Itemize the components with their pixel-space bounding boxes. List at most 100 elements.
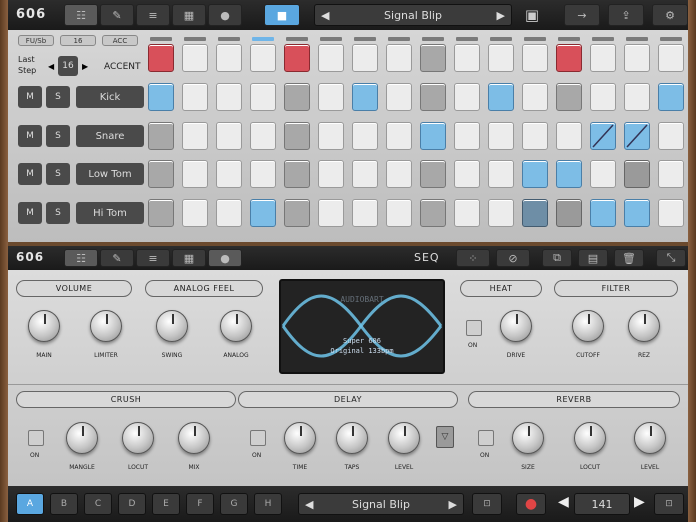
bomb-button[interactable]: ● (208, 4, 242, 26)
reverb-size-knob[interactable] (512, 422, 544, 454)
step-pad[interactable] (318, 122, 344, 150)
step-pad[interactable] (250, 83, 276, 111)
crush-on-toggle[interactable] (28, 430, 44, 446)
pattern-button-h[interactable]: H (254, 493, 282, 515)
step-pad[interactable] (556, 83, 582, 111)
pattern-button-d[interactable]: D (118, 493, 146, 515)
record-button[interactable]: ● (516, 493, 546, 515)
accent-step-pad[interactable] (352, 44, 378, 72)
mixer-button-2[interactable]: ≡ (136, 249, 170, 267)
settings-button[interactable]: ⚙ (652, 4, 688, 26)
accent-step-pad[interactable] (522, 44, 548, 72)
prev-pattern-arrow-bottom[interactable]: ◀ (305, 498, 313, 511)
step-pad[interactable] (658, 199, 684, 227)
step-pad[interactable] (624, 160, 650, 188)
step-pad[interactable] (522, 160, 548, 188)
reverb-on-toggle[interactable] (478, 430, 494, 446)
accent-step-pad[interactable] (624, 44, 650, 72)
lock-tempo-button[interactable]: ⊡ (654, 493, 684, 515)
step-pad[interactable] (624, 122, 650, 150)
crush-mix-knob[interactable] (178, 422, 210, 454)
tempo-display[interactable]: 141 (574, 493, 630, 515)
step-pad[interactable] (454, 122, 480, 150)
save-button[interactable]: ▣ (520, 4, 544, 26)
step-pad[interactable] (624, 83, 650, 111)
step-pad[interactable] (556, 160, 582, 188)
step-pad[interactable] (454, 199, 480, 227)
pattern-button-a[interactable]: A (16, 493, 44, 515)
step-pad[interactable] (284, 83, 310, 111)
solo-button[interactable]: S (46, 202, 70, 224)
reverb-locut-knob[interactable] (574, 422, 606, 454)
step-pad[interactable] (148, 122, 174, 150)
accent-step-pad[interactable] (488, 44, 514, 72)
mangle-knob[interactable] (66, 422, 98, 454)
step-pad[interactable] (454, 160, 480, 188)
pattern-button-f[interactable]: F (186, 493, 214, 515)
step-pad[interactable] (250, 199, 276, 227)
step-pad[interactable] (148, 83, 174, 111)
step-pad[interactable] (488, 122, 514, 150)
step-pad[interactable] (556, 199, 582, 227)
step-pad[interactable] (522, 199, 548, 227)
paste-button[interactable]: ▤ (578, 249, 608, 267)
step-pad[interactable] (590, 122, 616, 150)
step-pad[interactable] (284, 199, 310, 227)
solo-button[interactable]: S (46, 163, 70, 185)
track-name-hi-tom[interactable]: Hi Tom (76, 202, 144, 224)
step-pad[interactable] (420, 160, 446, 188)
step-pad[interactable] (658, 160, 684, 188)
accent-step-pad[interactable] (420, 44, 446, 72)
acc-button[interactable]: ACC (102, 35, 138, 46)
last-step-decrement[interactable]: ◀ (48, 62, 54, 71)
delay-level-knob[interactable] (388, 422, 420, 454)
bottom-pattern-selector[interactable]: ◀ Signal Blip ▶ (298, 493, 464, 515)
step-pad[interactable] (352, 199, 378, 227)
lock-pattern-button[interactable]: ⊡ (472, 493, 502, 515)
step-pad[interactable] (284, 160, 310, 188)
ratio-button[interactable]: FU/Sb (18, 35, 54, 46)
clear-pattern-button[interactable]: ⊘ (496, 249, 530, 267)
step-pad[interactable] (216, 83, 242, 111)
step-pad[interactable] (250, 160, 276, 188)
solo-button[interactable]: S (46, 86, 70, 108)
step-pad[interactable] (216, 199, 242, 227)
accent-step-pad[interactable] (658, 44, 684, 72)
crush-locut-knob[interactable] (122, 422, 154, 454)
main-volume-knob[interactable] (28, 310, 60, 342)
list-view-button-2[interactable]: ☷ (64, 249, 98, 267)
solo-button[interactable]: S (46, 125, 70, 147)
step-pad[interactable] (352, 160, 378, 188)
accent-step-pad[interactable] (386, 44, 412, 72)
randomize-button[interactable]: ⁘ (456, 249, 490, 267)
mixer-button[interactable]: ≡ (136, 4, 170, 26)
accent-step-pad[interactable] (216, 44, 242, 72)
export-button[interactable]: → (564, 4, 600, 26)
next-pattern-arrow-bottom[interactable]: ▶ (449, 498, 457, 511)
step-pad[interactable] (386, 199, 412, 227)
mute-button[interactable]: M (18, 163, 42, 185)
pattern-button-e[interactable]: E (152, 493, 180, 515)
last-step-increment[interactable]: ▶ (82, 62, 88, 71)
accent-step-pad[interactable] (454, 44, 480, 72)
step-pad[interactable] (488, 199, 514, 227)
step-pad[interactable] (590, 83, 616, 111)
share-button[interactable]: ⇪ (608, 4, 644, 26)
delay-taps-knob[interactable] (336, 422, 368, 454)
step-pad[interactable] (250, 122, 276, 150)
step-pad[interactable] (454, 83, 480, 111)
step-pad[interactable] (488, 83, 514, 111)
accent-step-pad[interactable] (182, 44, 208, 72)
step-pad[interactable] (590, 160, 616, 188)
step-pad[interactable] (522, 83, 548, 111)
step-pad[interactable] (284, 122, 310, 150)
tempo-decrement[interactable]: ◀ (558, 494, 569, 510)
step-pad[interactable] (590, 199, 616, 227)
accent-step-pad[interactable] (556, 44, 582, 72)
delay-time-knob[interactable] (284, 422, 316, 454)
step-pad[interactable] (522, 122, 548, 150)
edit-button-2[interactable]: ✎ (100, 249, 134, 267)
cutoff-knob[interactable] (572, 310, 604, 342)
list-view-button[interactable]: ☷ (64, 4, 98, 26)
step-pad[interactable] (318, 83, 344, 111)
